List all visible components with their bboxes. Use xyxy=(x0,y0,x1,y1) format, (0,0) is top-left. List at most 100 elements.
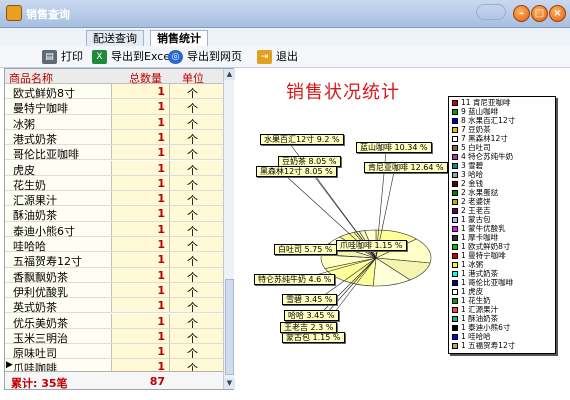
legend-item: 1 摩卡咖啡 xyxy=(452,234,498,242)
legend-name: 哈哈 xyxy=(468,170,484,179)
tab-sales-statistics[interactable]: 销售统计 xyxy=(150,30,208,46)
legend-item: 2 水果蛋挞 xyxy=(452,189,498,197)
table-row[interactable]: 玉米三明治 1 个 xyxy=(5,328,223,345)
column-divider xyxy=(169,99,170,114)
exit-button[interactable]: ⇥ 退出 xyxy=(257,49,298,65)
column-divider xyxy=(169,282,170,298)
export-excel-button[interactable]: X 导出到Excel xyxy=(92,49,173,65)
table-row[interactable]: 香飘飘奶茶 1 个 xyxy=(5,267,223,284)
legend-count: 3 xyxy=(461,161,466,170)
table-row[interactable]: 曼特宁咖啡 1 个 xyxy=(5,99,223,115)
exit-icon: ⇥ xyxy=(257,50,272,64)
close-button[interactable]: × xyxy=(549,5,566,22)
legend-item: 4 特仑苏纯牛奶 xyxy=(452,153,513,161)
cell-qty: 1 xyxy=(157,329,165,343)
legend-count: 1 xyxy=(461,260,466,269)
legend-swatch xyxy=(452,262,458,268)
table-row[interactable]: 英式奶茶 1 个 xyxy=(5,298,223,314)
legend-item: 1 欧式鲜奶8寸 xyxy=(452,243,510,251)
table-row[interactable]: 港式奶茶 1 个 xyxy=(5,129,223,146)
legend-swatch xyxy=(452,172,458,178)
legend-name: 曼特宁咖啡 xyxy=(468,251,506,260)
grid-header: 商品名称 总数量 单位 xyxy=(5,69,223,85)
cell-qty: 1 xyxy=(157,299,165,313)
legend-swatch xyxy=(452,100,458,106)
legend-item: 1 哇哈哈 xyxy=(452,333,491,341)
legend-swatch xyxy=(452,307,458,313)
scroll-thumb[interactable] xyxy=(225,279,234,375)
table-row[interactable]: 优乐美奶茶 1 个 xyxy=(5,313,223,330)
legend-item: 1 曼特宁咖啡 xyxy=(452,252,506,260)
table-row[interactable]: 伊利优酸乳 1 个 xyxy=(5,282,223,299)
total-label: 累计: 35笔 xyxy=(11,377,68,390)
legend-swatch xyxy=(452,289,458,295)
column-divider xyxy=(169,313,170,328)
legend-name: 冰粥 xyxy=(468,260,484,269)
legend-count: 1 xyxy=(461,332,466,341)
pie-data-label: 白吐司 5.75 % xyxy=(274,244,337,255)
legend-count: 1 xyxy=(461,251,466,260)
column-divider xyxy=(111,313,112,328)
legend-name: 花生奶 xyxy=(468,296,491,305)
table-row[interactable]: 哇哈哈 1 个 xyxy=(5,237,223,253)
legend-swatch xyxy=(452,253,458,259)
table-row[interactable]: 泰迪小熊6寸 1 个 xyxy=(5,221,223,238)
legend-item: 5 白吐司 xyxy=(452,144,491,152)
legend-swatch xyxy=(452,325,458,331)
legend-name: 金钱 xyxy=(468,179,484,188)
print-button[interactable]: ▤ 打印 xyxy=(42,49,83,65)
tab-delivery-query[interactable]: 配送查询 xyxy=(86,30,144,46)
pie-label-text: 豆奶茶 8.05 % xyxy=(282,157,337,166)
table-row[interactable]: 汇源果汁 1 个 xyxy=(5,191,223,207)
column-divider xyxy=(169,191,170,206)
pie-label-text: 哈哈 3.45 % xyxy=(288,311,335,320)
column-divider xyxy=(169,114,170,129)
export-web-button[interactable]: ◎ 导出到网页 xyxy=(168,49,242,65)
print-label: 打印 xyxy=(61,50,83,63)
table-row[interactable]: 哥伦比亚咖啡 1 个 xyxy=(5,145,223,161)
grid-scrollbar[interactable]: ▲ ▼ xyxy=(223,69,235,389)
cell-qty: 1 xyxy=(157,253,165,267)
table-row[interactable]: 冰粥 1 个 xyxy=(5,114,223,131)
legend-item: 11 肯尼亚咖啡 xyxy=(452,99,510,107)
legend-item: 1 花生奶 xyxy=(452,297,491,305)
column-divider xyxy=(169,344,170,359)
column-divider xyxy=(111,282,112,298)
table-row[interactable]: 花生奶 1 个 xyxy=(5,175,223,192)
pie-data-label: 蓝山咖啡 10.34 % xyxy=(356,142,432,153)
window-title: 销售查询 xyxy=(26,8,70,21)
cell-qty: 1 xyxy=(157,283,165,297)
legend-swatch xyxy=(452,109,458,115)
legend-name: 欧式鲜奶8寸 xyxy=(468,242,511,251)
maximize-button[interactable]: □ xyxy=(531,5,548,22)
scroll-up-button[interactable]: ▲ xyxy=(224,69,235,80)
cell-qty: 1 xyxy=(157,345,165,359)
column-divider xyxy=(111,129,112,145)
legend-count: 1 xyxy=(461,233,466,242)
legend-swatch xyxy=(452,217,458,223)
legend-count: 1 xyxy=(461,215,466,224)
legend-swatch xyxy=(452,334,458,340)
globe-icon: ◎ xyxy=(168,50,183,64)
pie-label-text: 蒙古包 1.15 % xyxy=(286,333,341,342)
column-divider xyxy=(111,267,112,282)
table-row[interactable]: 原味吐司 1 个 xyxy=(5,344,223,360)
column-divider xyxy=(169,145,170,160)
scroll-down-button[interactable]: ▼ xyxy=(224,378,235,389)
legend-name: 港式奶茶 xyxy=(468,269,499,278)
table-row[interactable]: 五福贺寿12寸 1 个 xyxy=(5,252,223,268)
legend-item: 9 蓝山咖啡 xyxy=(452,108,498,116)
cell-qty: 1 xyxy=(157,207,165,221)
table-row[interactable]: 酥油奶茶 1 个 xyxy=(5,206,223,222)
legend-count: 5 xyxy=(461,143,466,152)
table-row[interactable]: 欧式鲜奶8寸 1 个 xyxy=(5,84,223,100)
legend-swatch xyxy=(452,208,458,214)
column-divider xyxy=(169,160,170,175)
tab-bar: 配送查询 销售统计 xyxy=(0,28,570,46)
table-row[interactable]: 虎皮 1 个 xyxy=(5,160,223,177)
legend-swatch xyxy=(452,199,458,205)
column-divider xyxy=(111,221,112,236)
minimize-button[interactable]: – xyxy=(513,5,530,22)
legend-item: 7 黑森林12寸 xyxy=(452,135,508,143)
legend-count: 1 xyxy=(461,305,466,314)
